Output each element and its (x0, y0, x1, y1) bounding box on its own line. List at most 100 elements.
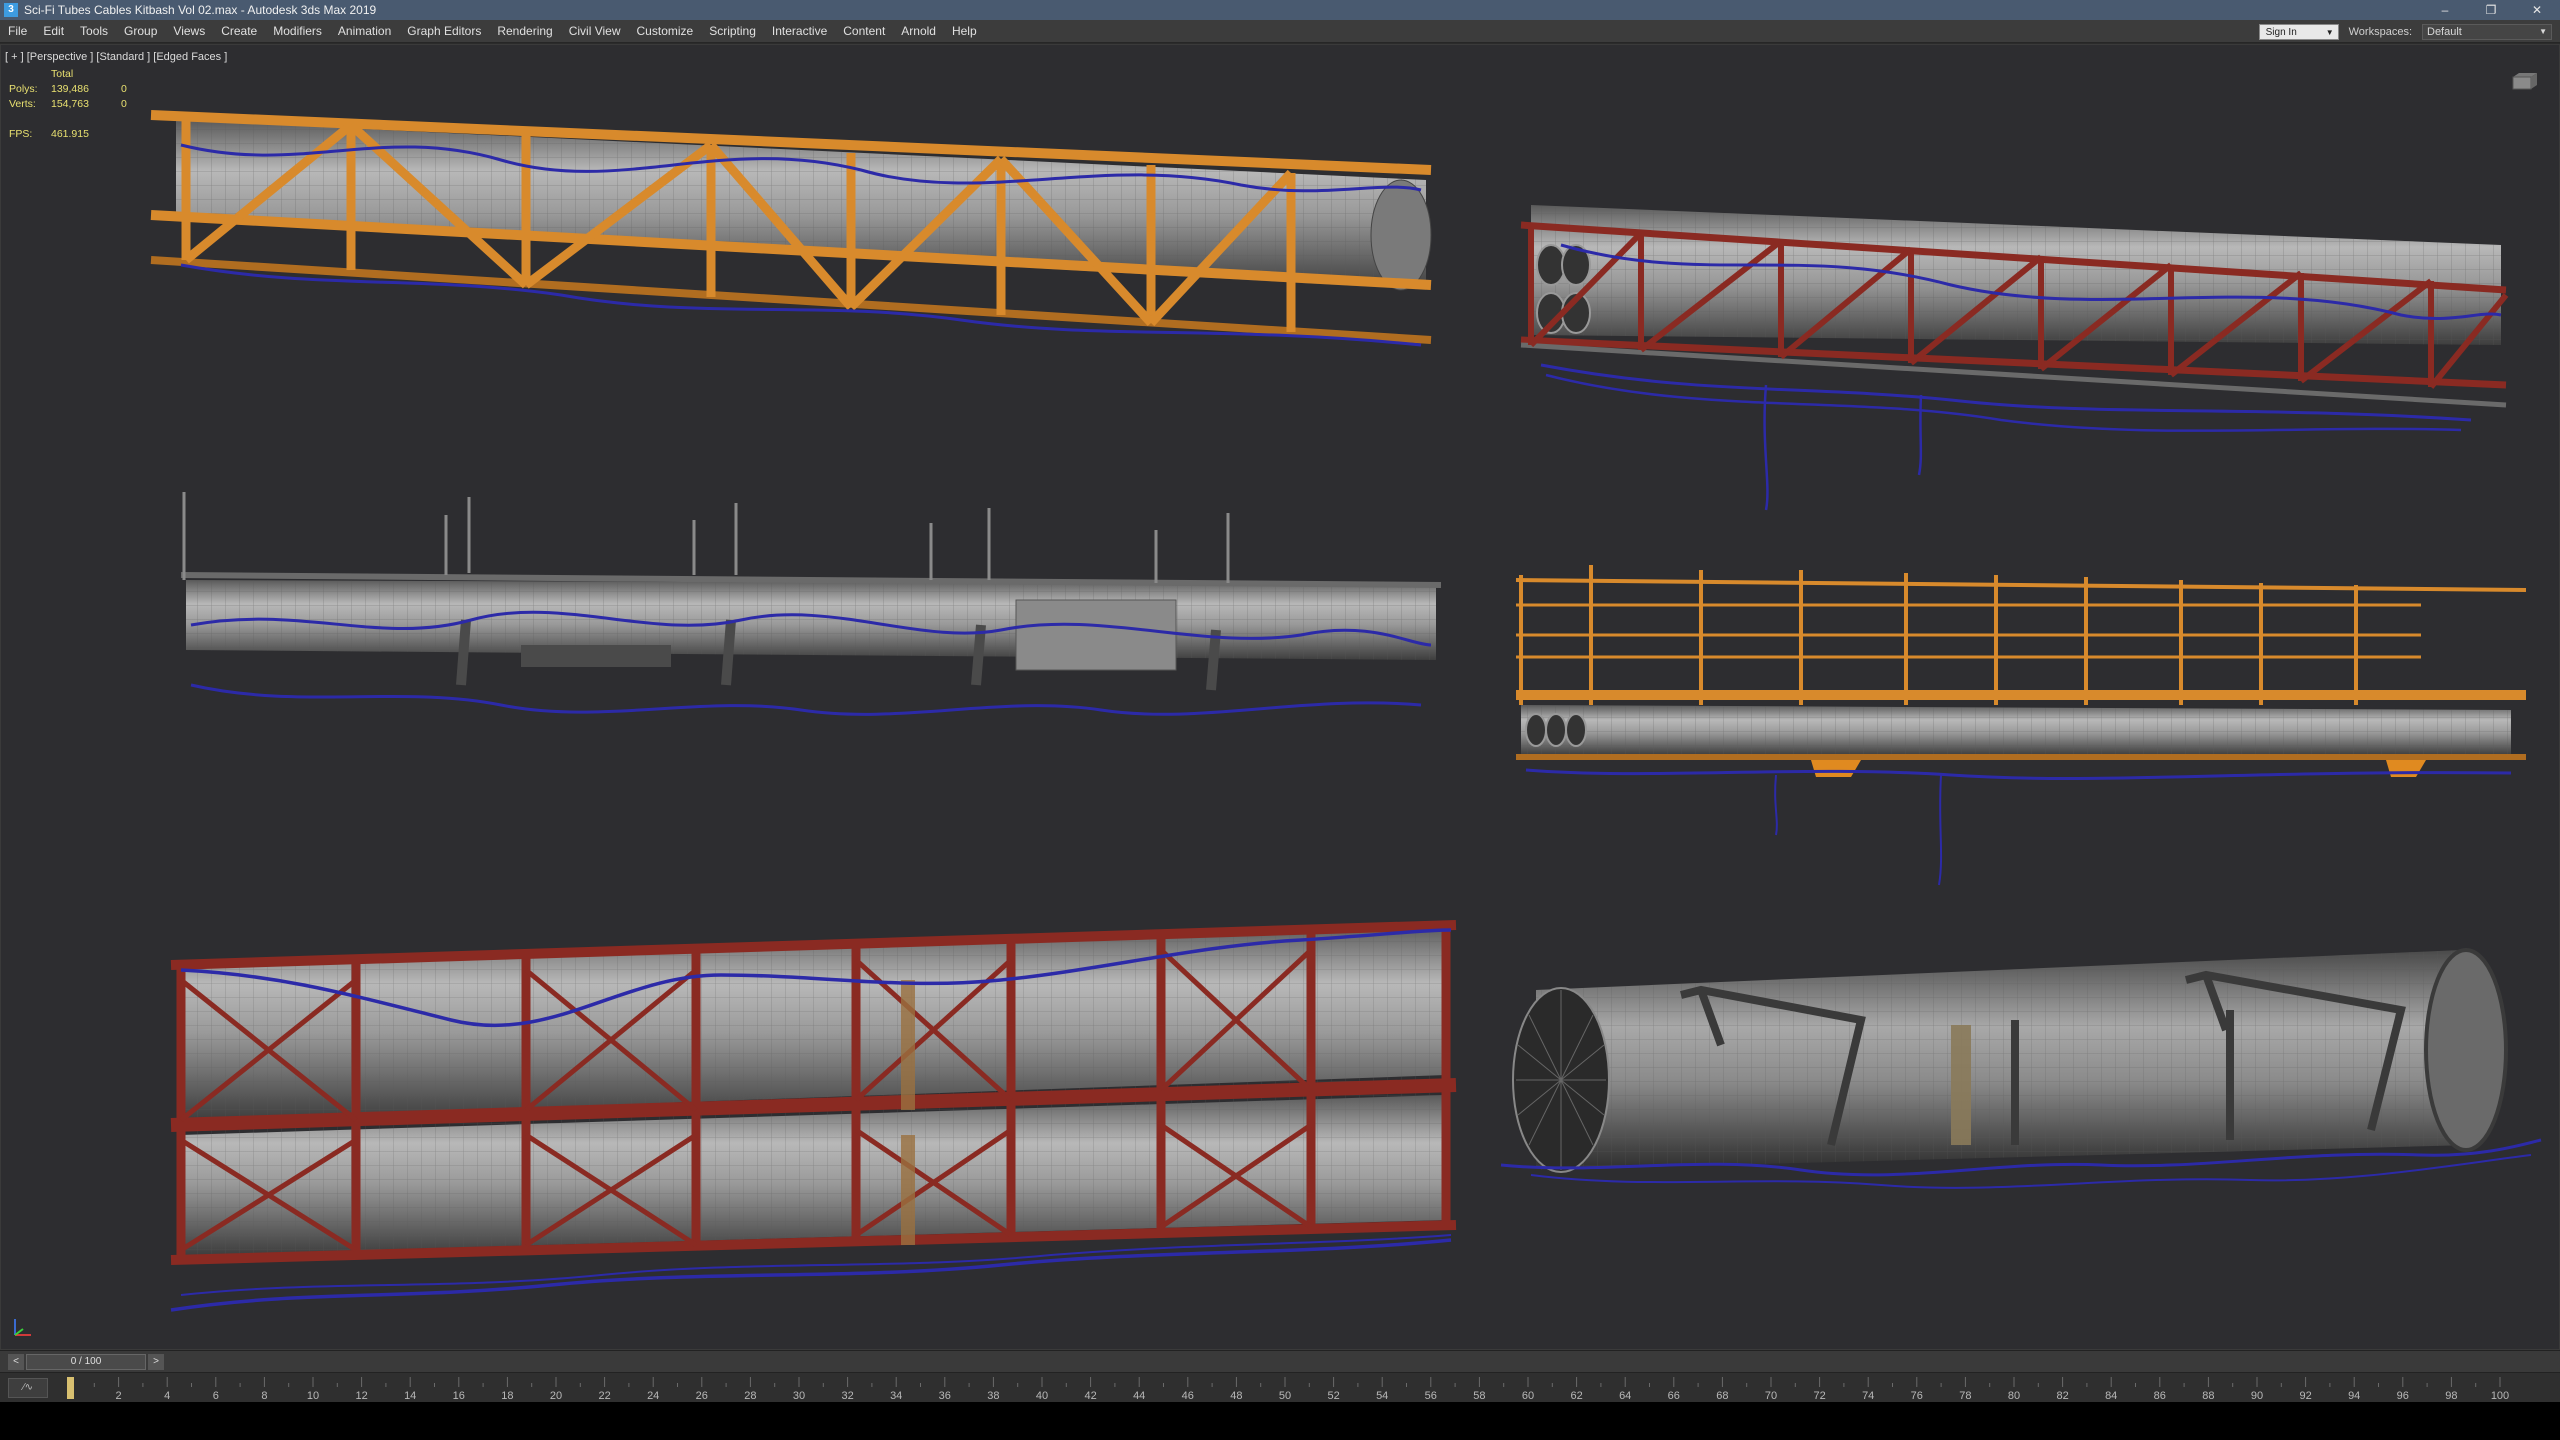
menu-edit[interactable]: Edit (35, 20, 72, 43)
viewport-label[interactable]: [ + ] [Perspective ] [Standard ] [Edged … (5, 51, 227, 63)
menu-group[interactable]: Group (116, 20, 165, 43)
workspaces-value: Default (2427, 25, 2462, 38)
menu-modifiers[interactable]: Modifiers (265, 20, 330, 43)
timeline-tick-label: 76 (1911, 1390, 1923, 1402)
timeline-tick-label: 14 (404, 1390, 416, 1402)
timeline-tick-label: 6 (213, 1390, 219, 1402)
close-button[interactable]: ✕ (2514, 0, 2560, 20)
grey-tube-poles-object[interactable] (180, 492, 1442, 716)
timeline-tick-label: 16 (453, 1390, 465, 1402)
timeline-tick-label: 22 (598, 1390, 610, 1402)
timeline-tick-label: 48 (1230, 1390, 1242, 1402)
current-frame-marker[interactable] (67, 1377, 74, 1399)
timeline-tick-label: 96 (2397, 1390, 2409, 1402)
chevron-down-icon: ▼ (2325, 27, 2334, 37)
timeline-tick-label: 86 (2154, 1390, 2166, 1402)
scene-render[interactable] (1, 45, 2560, 1350)
menu-tools[interactable]: Tools (72, 20, 116, 43)
track-bar[interactable]: ⁄∿ 2 4 6 8 10 12 14 16 18 20 22 24 26 28 30 32 34 36 38 40 4… (0, 1372, 2560, 1402)
timeline-tick-label: 92 (2299, 1390, 2311, 1402)
timeline-tick-label: 42 (1084, 1390, 1096, 1402)
timeline-tick-label: 90 (2251, 1390, 2263, 1402)
orange-walkway-object[interactable] (1515, 565, 2527, 886)
timeline-tick-label: 58 (1473, 1390, 1485, 1402)
workspaces-label: Workspaces: (2348, 25, 2412, 38)
previous-frame-button[interactable]: < (8, 1354, 24, 1370)
timeline-tick-label: 100 (2491, 1390, 2509, 1402)
window-controls: – ❐ ✕ (2422, 0, 2560, 20)
fps-label: FPS: (9, 128, 33, 140)
app-logo-icon: 3 (4, 3, 18, 17)
timeline-tick-label: 38 (987, 1390, 999, 1402)
time-slider[interactable]: < 0 / 100 > (0, 1350, 2560, 1372)
timeline-tick-label: 94 (2348, 1390, 2360, 1402)
time-slider-thumb[interactable]: 0 / 100 (26, 1354, 146, 1370)
minimize-button[interactable]: – (2422, 0, 2468, 20)
perspective-viewport[interactable]: [ + ] [Perspective ] [Standard ] [Edged … (0, 44, 2560, 1350)
timeline-tick-label: 34 (890, 1390, 902, 1402)
timeline-tick-label: 24 (647, 1390, 659, 1402)
menu-help[interactable]: Help (944, 20, 985, 43)
menu-content[interactable]: Content (835, 20, 893, 43)
engine-tube-object[interactable] (1500, 948, 2542, 1189)
timeline-tick-label: 46 (1182, 1390, 1194, 1402)
orange-truss-tube-object[interactable] (150, 110, 1432, 347)
timeline-tick-label: 54 (1376, 1390, 1388, 1402)
polys-selected: 0 (121, 83, 127, 95)
stats-header: Total (51, 68, 74, 80)
menu-arnold[interactable]: Arnold (893, 20, 944, 43)
menu-customize[interactable]: Customize (629, 20, 702, 43)
timeline-tick-label: 12 (355, 1390, 367, 1402)
verts-total: 154,763 (51, 98, 89, 110)
timeline-tick-label: 64 (1619, 1390, 1631, 1402)
timeline-tick-label: 30 (793, 1390, 805, 1402)
menu-file[interactable]: File (0, 20, 35, 43)
verts-selected: 0 (121, 98, 127, 110)
viewcube-icon[interactable] (2507, 69, 2543, 91)
sign-in-label: Sign In (2265, 26, 2297, 38)
menu-interactive[interactable]: Interactive (764, 20, 835, 43)
timeline-tick-label: 10 (307, 1390, 319, 1402)
timeline-tick-label: 70 (1765, 1390, 1777, 1402)
menu-right-group: Sign In ▼ Workspaces: Default ▼ (2258, 20, 2552, 43)
polys-label: Polys: (9, 83, 38, 95)
timeline-tick-label: 60 (1522, 1390, 1534, 1402)
timeline-tick-label: 56 (1425, 1390, 1437, 1402)
chevron-down-icon: ▼ (2539, 26, 2547, 36)
timeline-tick-label: 2 (116, 1390, 122, 1402)
verts-label: Verts: (9, 98, 36, 110)
statistics-overlay: Total Polys: 139,486 0 Verts: 154,763 0 … (9, 67, 141, 142)
timeline-tick-label: 26 (696, 1390, 708, 1402)
menu-views[interactable]: Views (165, 20, 213, 43)
menu-animation[interactable]: Animation (330, 20, 399, 43)
timeline-tick-label: 18 (501, 1390, 513, 1402)
axis-gizmo-icon (14, 1319, 31, 1336)
timeline-tick-label: 66 (1668, 1390, 1680, 1402)
workspaces-dropdown[interactable]: Default ▼ (2422, 23, 2552, 40)
timeline-tick-label: 8 (261, 1390, 267, 1402)
timeline-tick-label: 74 (1862, 1390, 1874, 1402)
timeline-tick-label: 32 (841, 1390, 853, 1402)
timeline-tick-label: 78 (1959, 1390, 1971, 1402)
window-title: Sci-Fi Tubes Cables Kitbash Vol 02.max -… (24, 3, 377, 17)
menu-scripting[interactable]: Scripting (701, 20, 764, 43)
timeline-tick-label: 84 (2105, 1390, 2117, 1402)
timeline-tick-label: 44 (1133, 1390, 1145, 1402)
menu-bar: File Edit Tools Group Views Create Modif… (0, 20, 2560, 43)
red-frame-double-tube-object[interactable] (170, 920, 1457, 1312)
red-truss-tube-object[interactable] (1520, 205, 2509, 511)
timeline-tick-label: 98 (2445, 1390, 2457, 1402)
track-ruler[interactable]: 2 4 6 8 10 12 14 16 18 20 22 24 26 28 30 32 34 36 38 40 42 44… (0, 1373, 2560, 1403)
polys-total: 139,486 (51, 83, 89, 95)
timeline-tick-label: 72 (1813, 1390, 1825, 1402)
next-frame-button[interactable]: > (148, 1354, 164, 1370)
maximize-button[interactable]: ❐ (2468, 0, 2514, 20)
fps-value: 461.915 (51, 128, 89, 140)
sign-in-dropdown[interactable]: Sign In ▼ (2258, 23, 2339, 40)
menu-rendering[interactable]: Rendering (489, 20, 560, 43)
menu-graph-editors[interactable]: Graph Editors (399, 20, 489, 43)
menu-civil-view[interactable]: Civil View (561, 20, 629, 43)
timeline-tick-label: 82 (2056, 1390, 2068, 1402)
menu-create[interactable]: Create (213, 20, 265, 43)
timeline-tick-label: 36 (939, 1390, 951, 1402)
